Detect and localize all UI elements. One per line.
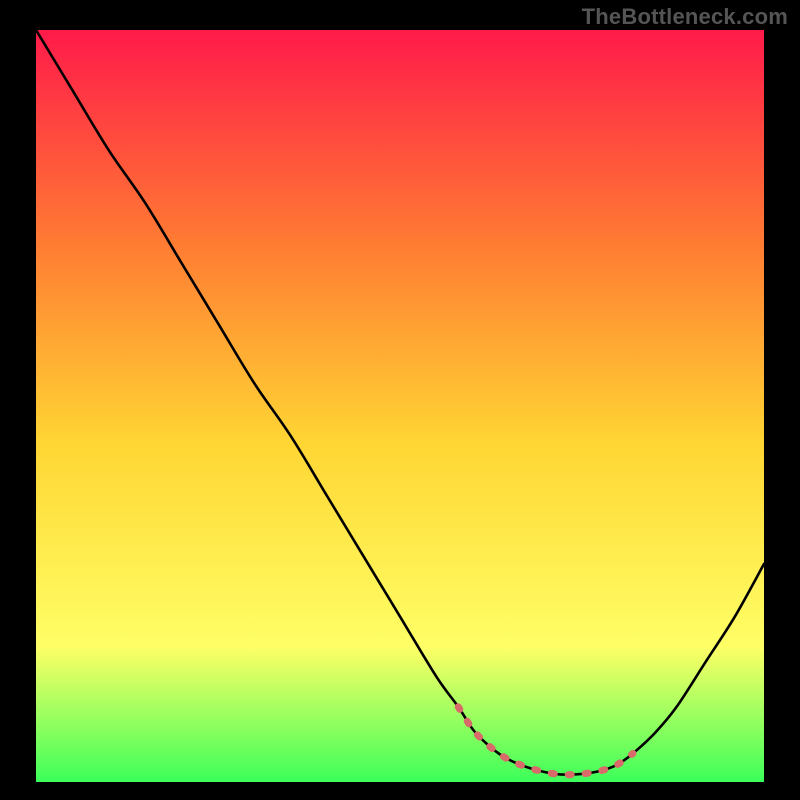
watermark-text: TheBottleneck.com xyxy=(582,4,788,30)
gradient-background xyxy=(36,30,764,782)
bottleneck-chart-svg xyxy=(36,30,764,782)
plot-area xyxy=(36,30,764,782)
chart-container: TheBottleneck.com xyxy=(0,0,800,800)
